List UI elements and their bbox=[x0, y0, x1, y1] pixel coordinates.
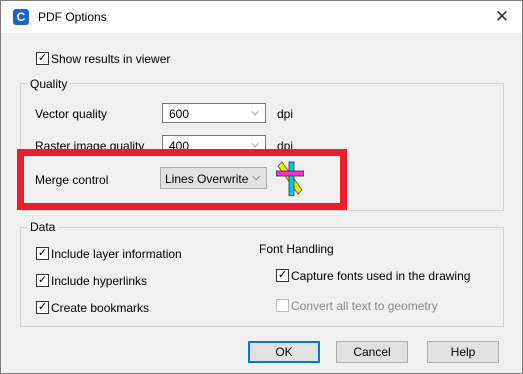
ok-button[interactable]: OK bbox=[248, 341, 320, 363]
merge-control-label: Merge control bbox=[35, 173, 109, 187]
convert-text-checkbox[interactable] bbox=[276, 299, 289, 312]
vector-quality-label: Vector quality bbox=[35, 107, 108, 121]
create-bookmarks-label: Create bookmarks bbox=[51, 301, 150, 315]
data-group-title: Data bbox=[27, 220, 59, 234]
show-results-label: Show results in viewer bbox=[51, 52, 171, 66]
help-button[interactable]: Help bbox=[427, 341, 499, 363]
quality-group-title: Quality bbox=[27, 77, 71, 91]
font-handling-title: Font Handling bbox=[259, 242, 334, 256]
merge-control-select[interactable]: Lines Overwrite ⌵ bbox=[160, 167, 267, 189]
merge-lines-icon bbox=[276, 161, 304, 196]
convert-text-label: Convert all text to geometry bbox=[291, 299, 438, 313]
cancel-button[interactable]: Cancel bbox=[336, 341, 408, 363]
capture-fonts-checkbox[interactable]: ✓ bbox=[276, 269, 289, 282]
show-results-checkbox[interactable]: ✓ bbox=[36, 52, 49, 65]
include-layer-label: Include layer information bbox=[51, 247, 182, 261]
chevron-down-icon: ⌵ bbox=[251, 107, 259, 118]
include-layer-checkbox[interactable]: ✓ bbox=[36, 247, 49, 260]
app-icon: C bbox=[13, 9, 29, 25]
include-hyperlinks-label: Include hyperlinks bbox=[51, 274, 148, 288]
capture-fonts-label: Capture fonts used in the drawing bbox=[291, 269, 471, 283]
vector-quality-unit: dpi bbox=[277, 107, 294, 121]
vector-quality-value: 600 bbox=[169, 107, 190, 121]
merge-control-value: Lines Overwrite bbox=[165, 172, 249, 186]
dialog-title: PDF Options bbox=[38, 10, 107, 24]
create-bookmarks-checkbox[interactable]: ✓ bbox=[36, 301, 49, 314]
pdf-options-dialog: C PDF Options ✕ ✓ Show results in viewer… bbox=[0, 0, 523, 374]
close-icon[interactable]: ✕ bbox=[491, 6, 513, 28]
chevron-down-icon: ⌵ bbox=[252, 172, 260, 183]
vector-quality-select[interactable]: 600 ⌵ bbox=[162, 103, 266, 123]
title-bar: C PDF Options ✕ bbox=[1, 1, 522, 33]
include-hyperlinks-checkbox[interactable]: ✓ bbox=[36, 274, 49, 287]
